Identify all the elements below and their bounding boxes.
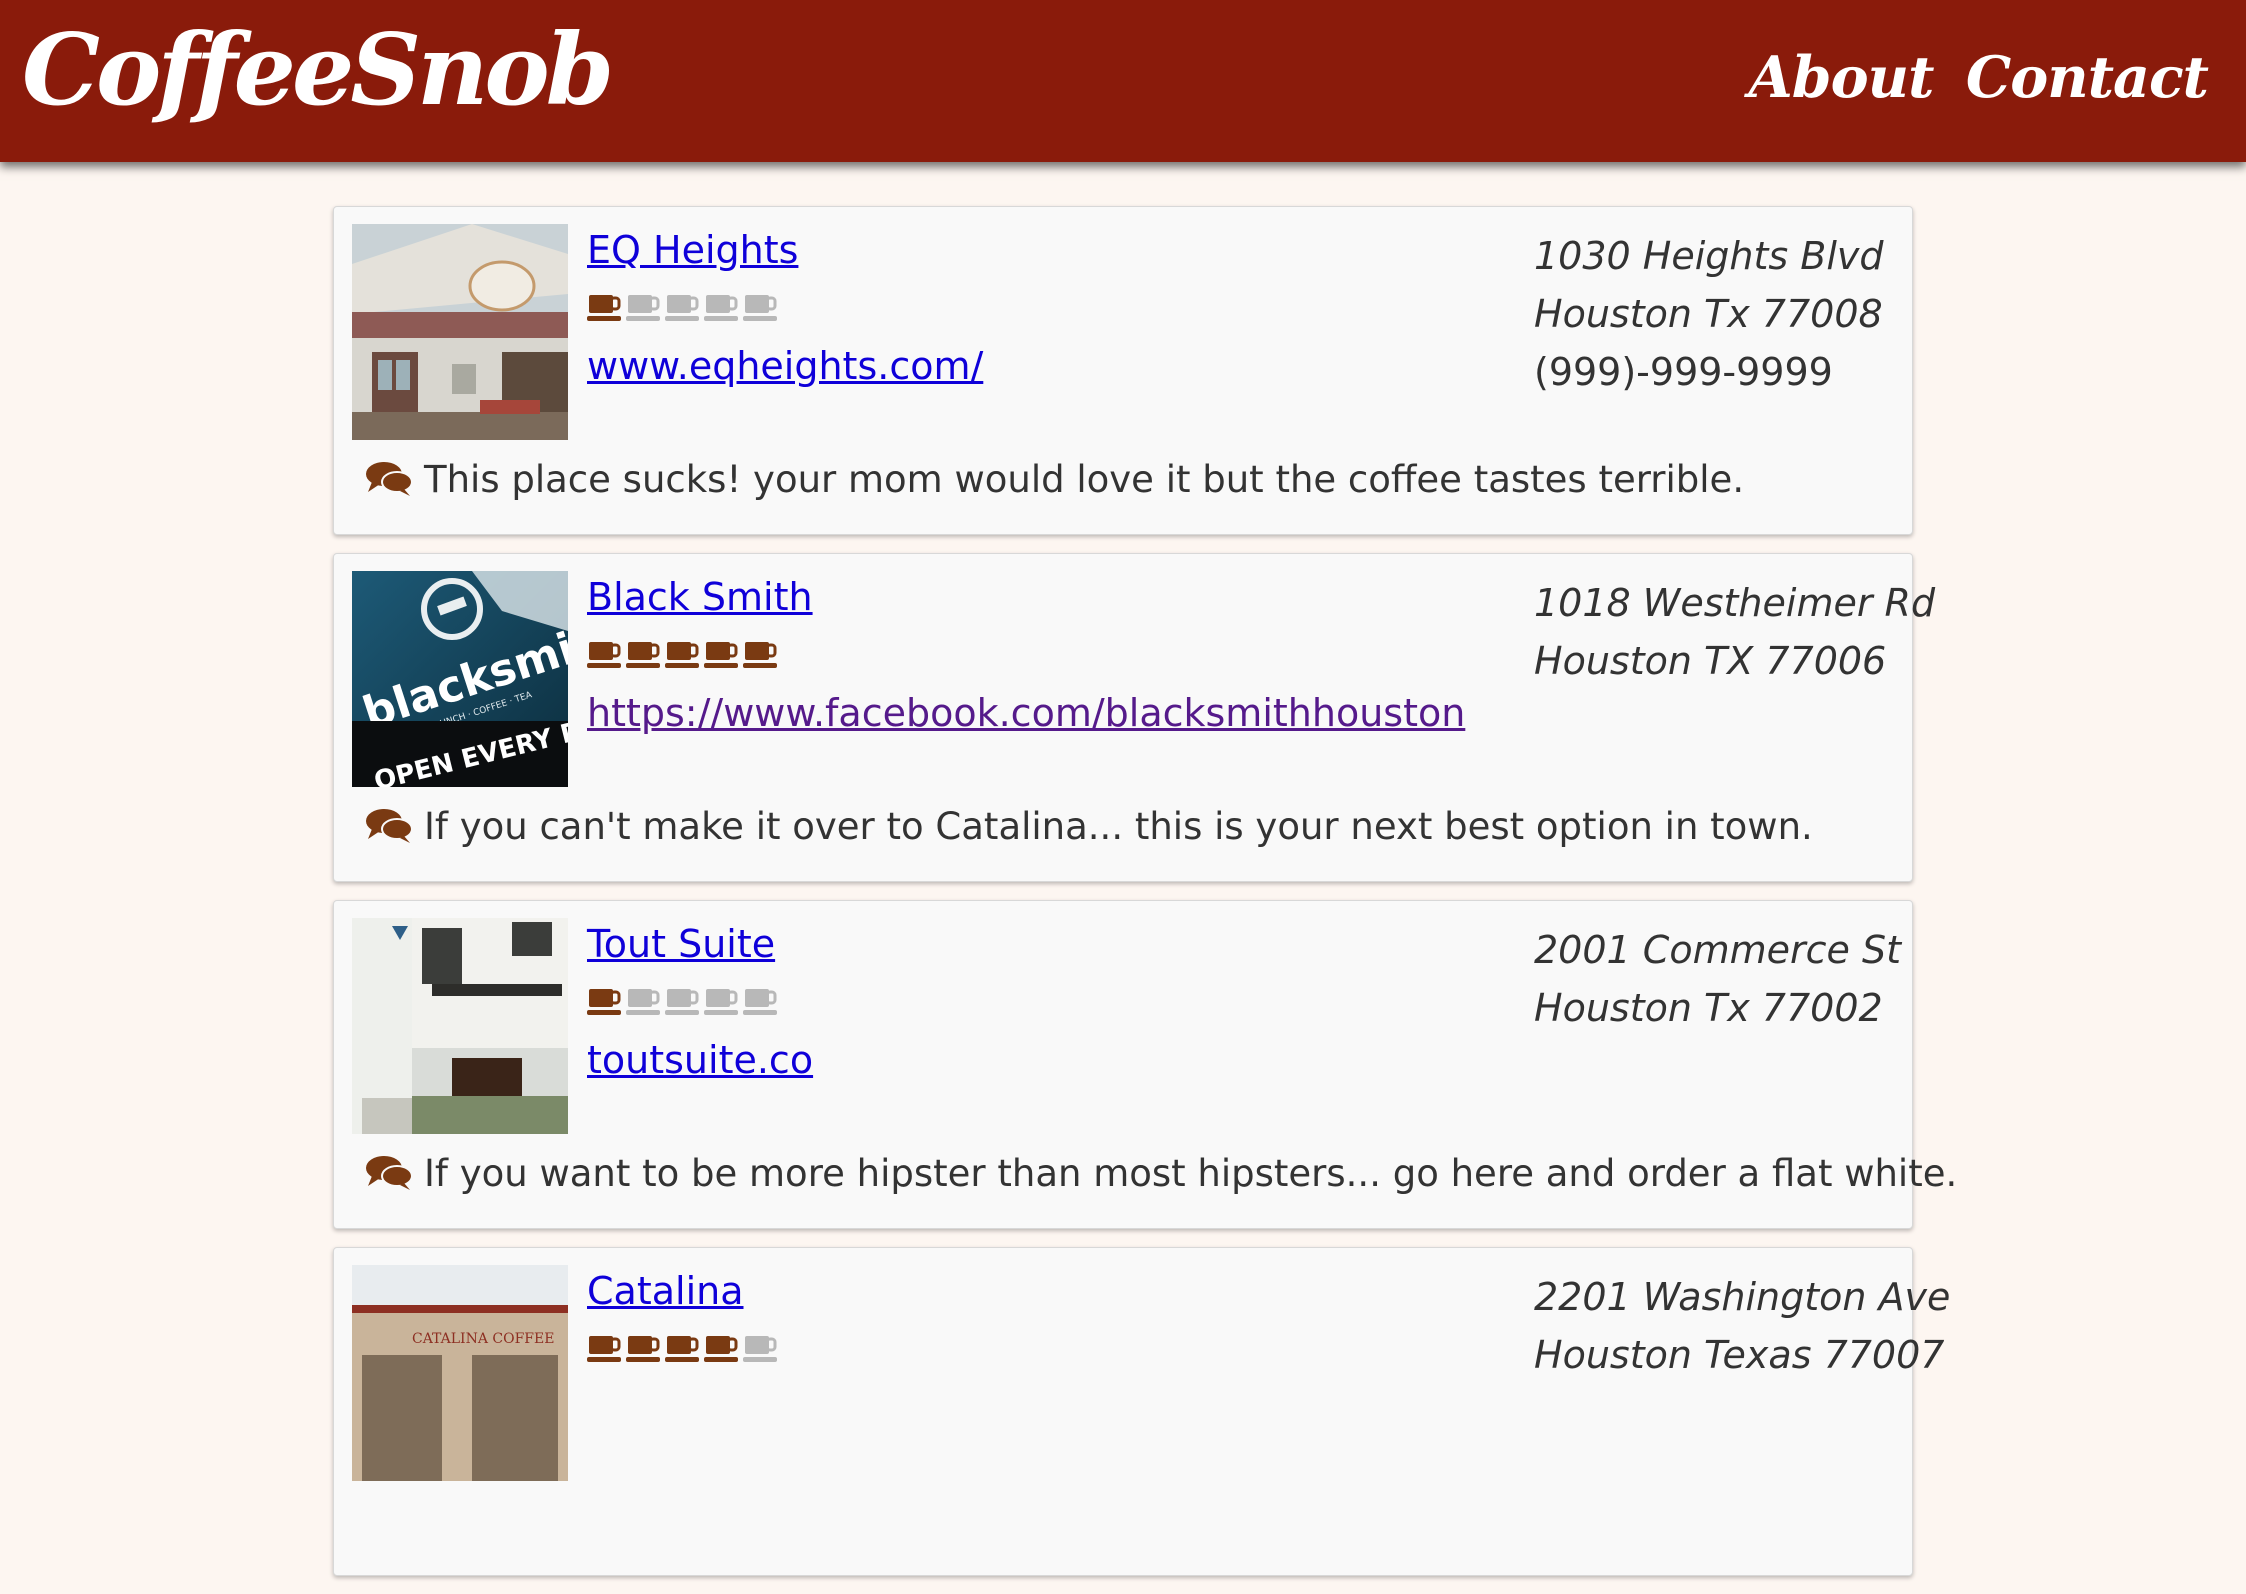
rating-cups	[587, 1334, 782, 1368]
shop-review: This place sucks! your mom would love it…	[364, 457, 1744, 503]
shop-name-link[interactable]: Tout Suite	[587, 921, 775, 967]
nav-contact-link[interactable]: Contact	[1966, 44, 2209, 111]
shop-card: blacksmith BREAKFAST · LUNCH · COFFEE · …	[333, 553, 1935, 882]
review-text: This place sucks! your mom would love it…	[424, 458, 1745, 501]
rating-cups	[587, 293, 782, 327]
shop-review: If you want to be more hipster than most…	[364, 1151, 1957, 1197]
address-line-1: 2201 Washington Ave	[1534, 1275, 1951, 1319]
coffee-cup-filled-icon	[626, 642, 660, 668]
review-text: If you want to be more hipster than most…	[424, 1152, 1958, 1195]
coffee-cup-filled-icon	[704, 1336, 738, 1362]
coffee-cup-filled-icon	[665, 1336, 699, 1362]
shop-card: CATALINA COFFEE Catalina 2201 Washington…	[333, 1247, 1950, 1576]
shop-card: EQ Heights www.eqheights.com/ 1030 Heigh…	[333, 206, 1913, 535]
shop-address: 2201 Washington Ave Houston Texas 77007	[1534, 1268, 1950, 1384]
shop-list: EQ Heights www.eqheights.com/ 1030 Heigh…	[333, 206, 1957, 1594]
comments-icon	[366, 462, 413, 496]
coffee-cup-filled-icon	[743, 642, 777, 668]
shop-website-link[interactable]: www.eqheights.com/	[587, 343, 983, 389]
sign-catalina-text: CATALINA COFFEE	[412, 1331, 554, 1347]
shop-name-link[interactable]: Black Smith	[587, 574, 813, 620]
rating-cups	[587, 640, 782, 674]
coffee-cup-empty-icon	[626, 295, 660, 321]
shop-name-link[interactable]: EQ Heights	[587, 227, 798, 273]
coffee-cup-empty-icon	[704, 295, 738, 321]
shop-photo	[352, 224, 568, 440]
shop-card: Tout Suite toutsuite.co 2001 Commerce St…	[333, 900, 1957, 1229]
nav-about-link[interactable]: About	[1749, 44, 1935, 111]
shop-photo: CATALINA COFFEE	[352, 1265, 568, 1481]
coffee-cup-filled-icon	[704, 642, 738, 668]
coffee-cup-empty-icon	[665, 295, 699, 321]
shop-phone: (999)-999-9999	[1534, 350, 1833, 394]
nav-links: About Contact	[1721, 44, 2209, 111]
review-text: If you can't make it over to Catalina...…	[424, 805, 1813, 848]
address-line-1: 2001 Commerce St	[1534, 928, 1901, 972]
shop-website-link[interactable]: https://www.facebook.com/blacksmithhoust…	[587, 690, 1465, 736]
coffee-cup-filled-icon	[665, 642, 699, 668]
coffee-cup-filled-icon	[626, 1336, 660, 1362]
rating-cups	[587, 987, 782, 1021]
shop-photo: blacksmith BREAKFAST · LUNCH · COFFEE · …	[352, 571, 568, 787]
shop-photo	[352, 918, 568, 1134]
coffee-cup-empty-icon	[665, 989, 699, 1015]
address-line-1: 1030 Heights Blvd	[1534, 234, 1884, 278]
address-line-2: Houston Texas 77007	[1534, 1333, 1945, 1377]
comments-icon	[366, 809, 413, 843]
comments-icon	[366, 1156, 413, 1190]
address-line-2: Houston Tx 77008	[1534, 292, 1883, 336]
shop-review: If you can't make it over to Catalina...…	[364, 804, 1813, 850]
shop-address: 1018 Westheimer Rd Houston TX 77006	[1534, 574, 1935, 690]
coffee-cup-empty-icon	[743, 1336, 777, 1362]
address-line-2: Houston Tx 77002	[1534, 986, 1883, 1030]
coffee-cup-empty-icon	[626, 989, 660, 1015]
coffee-cup-empty-icon	[743, 989, 777, 1015]
coffee-cup-filled-icon	[587, 1336, 621, 1362]
site-logo[interactable]: CoffeeSnob	[22, 6, 614, 136]
top-navbar: CoffeeSnob About Contact	[0, 0, 2246, 162]
coffee-cup-empty-icon	[704, 989, 738, 1015]
address-line-1: 1018 Westheimer Rd	[1534, 581, 1936, 625]
address-line-2: Houston TX 77006	[1534, 639, 1887, 683]
shop-address: 1030 Heights Blvd Houston Tx 77008 (999)…	[1534, 227, 1884, 401]
shop-website-link[interactable]: toutsuite.co	[587, 1037, 813, 1083]
coffee-cup-filled-icon	[587, 989, 621, 1015]
coffee-cup-empty-icon	[743, 295, 777, 321]
shop-name-link[interactable]: Catalina	[587, 1268, 744, 1314]
coffee-cup-filled-icon	[587, 295, 621, 321]
coffee-cup-filled-icon	[587, 642, 621, 668]
shop-address: 2001 Commerce St Houston Tx 77002	[1534, 921, 1901, 1037]
